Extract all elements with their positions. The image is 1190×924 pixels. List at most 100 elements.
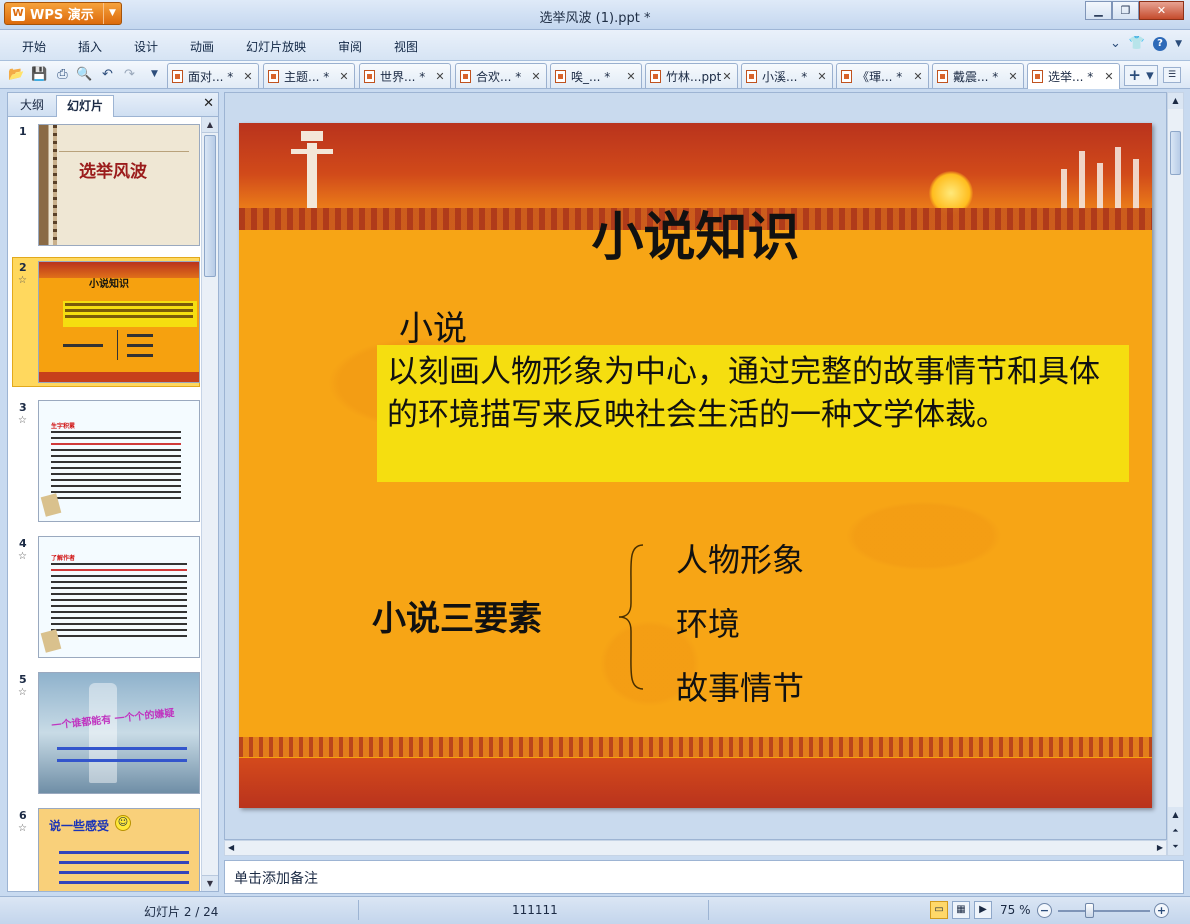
tab-document-9[interactable]: 戴震... * ✕: [932, 63, 1024, 88]
tab-document-7[interactable]: 小溪... * ✕: [741, 63, 833, 88]
thumbnail-slide-6[interactable]: 说一些感受 ☺: [38, 808, 200, 891]
menu-slideshow[interactable]: 幻灯片放映: [246, 38, 306, 55]
print-preview-icon[interactable]: 🔍: [76, 66, 93, 83]
tab-document-4[interactable]: 合欢... * ✕: [455, 63, 547, 88]
tab-document-6[interactable]: 竹林...ppt ✕: [645, 63, 738, 88]
tab-list-button[interactable]: ☰: [1163, 67, 1181, 83]
thumbnail-slide-2[interactable]: 小说知识: [38, 261, 200, 383]
tab-document-1[interactable]: 面对... * ✕: [167, 63, 259, 88]
animation-star-icon: ☆: [18, 275, 27, 286]
bottle-image: [89, 683, 117, 783]
menu-insert[interactable]: 插入: [78, 38, 102, 55]
ppt-file-icon: [172, 69, 183, 83]
thumbnail-slide-3[interactable]: 生字积累: [38, 400, 200, 522]
tab-document-8[interactable]: 《琿... * ✕: [836, 63, 929, 88]
editor-vertical-scrollbar[interactable]: ▲ ▲ ⏶ ⏷: [1167, 92, 1184, 856]
restore-button[interactable]: ❐: [1112, 1, 1139, 20]
menu-home[interactable]: 开始: [22, 38, 46, 55]
definition-text[interactable]: 以刻画人物形象为中心，通过完整的故事情节和具体的环境描写来反映社会生活的一种文学…: [377, 345, 1129, 482]
new-tab-button[interactable]: + ▾: [1124, 65, 1158, 86]
print-icon[interactable]: ⎙: [54, 66, 71, 83]
scroll-right-icon[interactable]: ▶: [1157, 843, 1163, 852]
tab-document-2[interactable]: 主题... * ✕: [263, 63, 355, 88]
scroll-decoration-icon: [40, 493, 62, 517]
thumbnail-title: 说一些感受: [49, 819, 110, 833]
scroll-down-icon[interactable]: ▼: [202, 875, 218, 891]
zoom-slider-handle[interactable]: [1085, 903, 1094, 918]
thumbnail-scrollbar[interactable]: ▲ ▼: [201, 117, 218, 891]
thumbnail-number: 5: [19, 673, 27, 686]
tab-document-active[interactable]: 选举... * ✕: [1027, 63, 1120, 89]
thumbnail-slide-4[interactable]: 了解作者: [38, 536, 200, 658]
pane-tabs: 大纲 幻灯片 ✕: [8, 93, 218, 117]
help-dropdown-icon[interactable]: ▼: [1175, 39, 1182, 49]
window-title: 选举风波 (1).ppt *: [539, 11, 651, 26]
slide-sorter-view-icon[interactable]: ▦: [952, 901, 970, 919]
close-tab-icon[interactable]: ✕: [912, 70, 924, 83]
ppt-file-icon: [460, 69, 471, 83]
status-divider: [708, 900, 709, 920]
menu-design[interactable]: 设计: [134, 38, 158, 55]
notes-area[interactable]: 单击添加备注: [224, 860, 1184, 894]
thumb-text-lines: [51, 563, 187, 565]
thumbnail-number: 3: [19, 401, 27, 414]
element-item[interactable]: 人物形象: [676, 535, 804, 581]
menu-review[interactable]: 审阅: [338, 38, 362, 55]
redo-icon[interactable]: ↷: [121, 66, 138, 83]
previous-slide-icon[interactable]: ⏶: [1168, 823, 1183, 839]
scroll-up-icon[interactable]: ▲: [202, 117, 218, 133]
slide-subtitle[interactable]: 小说: [399, 301, 467, 350]
close-tab-icon[interactable]: ✕: [1103, 70, 1115, 83]
thumb-text-lines: [59, 851, 189, 854]
slideshow-view-icon[interactable]: ▶: [974, 901, 992, 919]
scroll-left-icon[interactable]: ◀: [228, 843, 234, 852]
zoom-slider-track[interactable]: [1058, 910, 1150, 912]
thumbnail-number: 4: [19, 537, 27, 550]
ppt-file-icon: [1032, 70, 1043, 83]
close-tab-icon[interactable]: ✕: [1007, 70, 1019, 83]
tab-document-5[interactable]: 唉_... * ✕: [550, 63, 642, 88]
open-folder-icon[interactable]: 📂: [8, 66, 25, 83]
elements-title[interactable]: 小说三要素: [372, 591, 542, 640]
title-bar: W WPS 演示 ▼ 选举风波 (1).ppt * ▁ ❐ ✕: [0, 0, 1190, 30]
next-slide-icon[interactable]: ⏷: [1168, 839, 1183, 855]
close-tab-icon[interactable]: ✕: [625, 70, 637, 83]
close-tab-icon[interactable]: ✕: [242, 70, 254, 83]
element-item[interactable]: 故事情节: [676, 663, 804, 709]
thumbnail-slide-1[interactable]: 选举风波: [38, 124, 200, 246]
close-button[interactable]: ✕: [1139, 1, 1184, 20]
tab-outline[interactable]: 大纲: [10, 95, 54, 117]
close-tab-icon[interactable]: ✕: [816, 70, 828, 83]
thumbnail-title: 生字积累: [51, 423, 76, 430]
thumb-brace: [117, 330, 121, 360]
close-pane-icon[interactable]: ✕: [203, 96, 214, 111]
zoom-in-icon[interactable]: +: [1154, 903, 1169, 918]
collapse-ribbon-icon[interactable]: ⌄: [1110, 36, 1121, 51]
slide-title[interactable]: 小说知识: [239, 195, 1152, 270]
close-tab-icon[interactable]: ✕: [721, 70, 733, 83]
undo-icon[interactable]: ↶: [99, 66, 116, 83]
thumbnail-slide-5[interactable]: 一个谁都能有 一个个的嫌疑: [38, 672, 200, 794]
scrollbar-thumb[interactable]: [1170, 131, 1181, 175]
save-icon[interactable]: 💾: [31, 66, 48, 83]
close-tab-icon[interactable]: ✕: [434, 70, 446, 83]
help-icon[interactable]: ?: [1153, 36, 1168, 51]
close-tab-icon[interactable]: ✕: [338, 70, 350, 83]
scrollbar-thumb[interactable]: [204, 135, 216, 277]
scroll-up-icon[interactable]: ▲: [1168, 807, 1183, 823]
current-slide[interactable]: 小说知识 小说 以刻画人物形象为中心，通过完整的故事情节和具体的环境描写来反映社…: [239, 123, 1152, 808]
close-tab-icon[interactable]: ✕: [530, 70, 542, 83]
tab-slides[interactable]: 幻灯片: [56, 95, 115, 117]
skin-icon[interactable]: 👕: [1129, 36, 1145, 51]
tab-document-3[interactable]: 世界... * ✕: [359, 63, 451, 88]
normal-view-icon[interactable]: ▭: [930, 901, 948, 919]
customize-toolbar-icon[interactable]: ▼: [146, 66, 163, 83]
menu-animation[interactable]: 动画: [190, 38, 214, 55]
element-item[interactable]: 环境: [676, 599, 740, 645]
zoom-out-icon[interactable]: −: [1037, 903, 1052, 918]
scroll-up-icon[interactable]: ▲: [1168, 93, 1183, 109]
menu-view[interactable]: 视图: [394, 38, 418, 55]
quick-access-toolbar: 📂 💾 ⎙ 🔍 ↶ ↷ ▼ 面对... * ✕ 主题... * ✕ 世界... * ✕…: [0, 61, 1190, 89]
minimize-button[interactable]: ▁: [1085, 1, 1112, 20]
editor-horizontal-scrollbar[interactable]: ◀ ▶: [224, 840, 1167, 856]
